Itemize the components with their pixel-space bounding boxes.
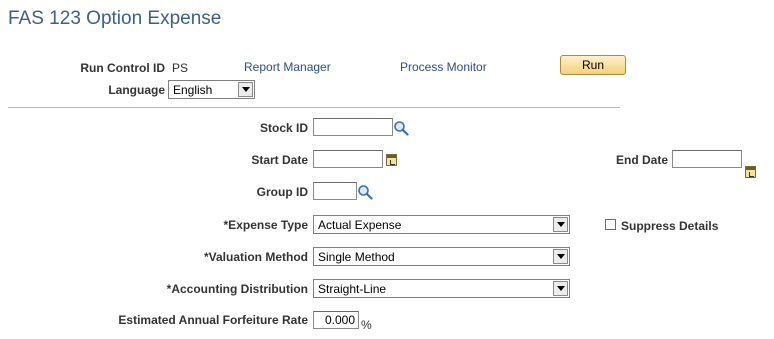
language-select-value: English bbox=[173, 82, 213, 97]
report-manager-link[interactable]: Report Manager bbox=[244, 60, 331, 74]
run-control-label: Run Control ID bbox=[80, 61, 165, 75]
suppress-details-checkbox[interactable] bbox=[605, 219, 616, 230]
stock-id-input[interactable] bbox=[313, 118, 393, 136]
run-control-value: PS bbox=[172, 61, 189, 75]
page-title: FAS 123 Option Expense bbox=[8, 8, 222, 29]
language-label: Language bbox=[108, 83, 165, 97]
chevron-down-icon[interactable] bbox=[553, 217, 568, 232]
start-date-label: Start Date bbox=[251, 153, 308, 167]
chevron-down-icon[interactable] bbox=[238, 82, 253, 97]
accounting-distribution-select[interactable]: Straight-Line bbox=[313, 279, 570, 298]
language-select[interactable]: English bbox=[168, 80, 255, 99]
group-id-input[interactable] bbox=[313, 182, 357, 200]
accounting-distribution-label: *Accounting Distribution bbox=[166, 282, 308, 296]
end-date-label: End Date bbox=[615, 153, 668, 167]
forfeiture-rate-input[interactable] bbox=[313, 311, 359, 329]
calendar-icon[interactable] bbox=[386, 154, 397, 166]
accounting-distribution-value: Straight-Line bbox=[318, 281, 387, 296]
process-monitor-link[interactable]: Process Monitor bbox=[400, 60, 487, 74]
end-date-input[interactable] bbox=[672, 150, 742, 168]
expense-type-label: *Expense Type bbox=[223, 218, 308, 232]
valuation-method-label: *Valuation Method bbox=[203, 250, 308, 264]
calendar-icon[interactable] bbox=[745, 166, 756, 178]
lookup-icon[interactable] bbox=[357, 184, 373, 200]
chevron-down-icon[interactable] bbox=[553, 249, 568, 264]
start-date-input[interactable] bbox=[313, 150, 383, 168]
run-button[interactable]: Run bbox=[560, 55, 626, 75]
expense-type-value: Actual Expense bbox=[318, 217, 402, 232]
suppress-details-label: Suppress Details bbox=[621, 219, 719, 233]
stock-id-label: Stock ID bbox=[259, 121, 308, 135]
section-divider bbox=[8, 107, 620, 108]
forfeiture-rate-label: Estimated Annual Forfeiture Rate bbox=[118, 313, 308, 327]
chevron-down-icon[interactable] bbox=[553, 281, 568, 296]
group-id-label: Group ID bbox=[256, 185, 308, 199]
expense-type-select[interactable]: Actual Expense bbox=[313, 215, 570, 234]
valuation-method-value: Single Method bbox=[318, 249, 395, 264]
valuation-method-select[interactable]: Single Method bbox=[313, 247, 570, 266]
lookup-icon[interactable] bbox=[393, 120, 409, 136]
percent-unit: % bbox=[361, 318, 372, 332]
